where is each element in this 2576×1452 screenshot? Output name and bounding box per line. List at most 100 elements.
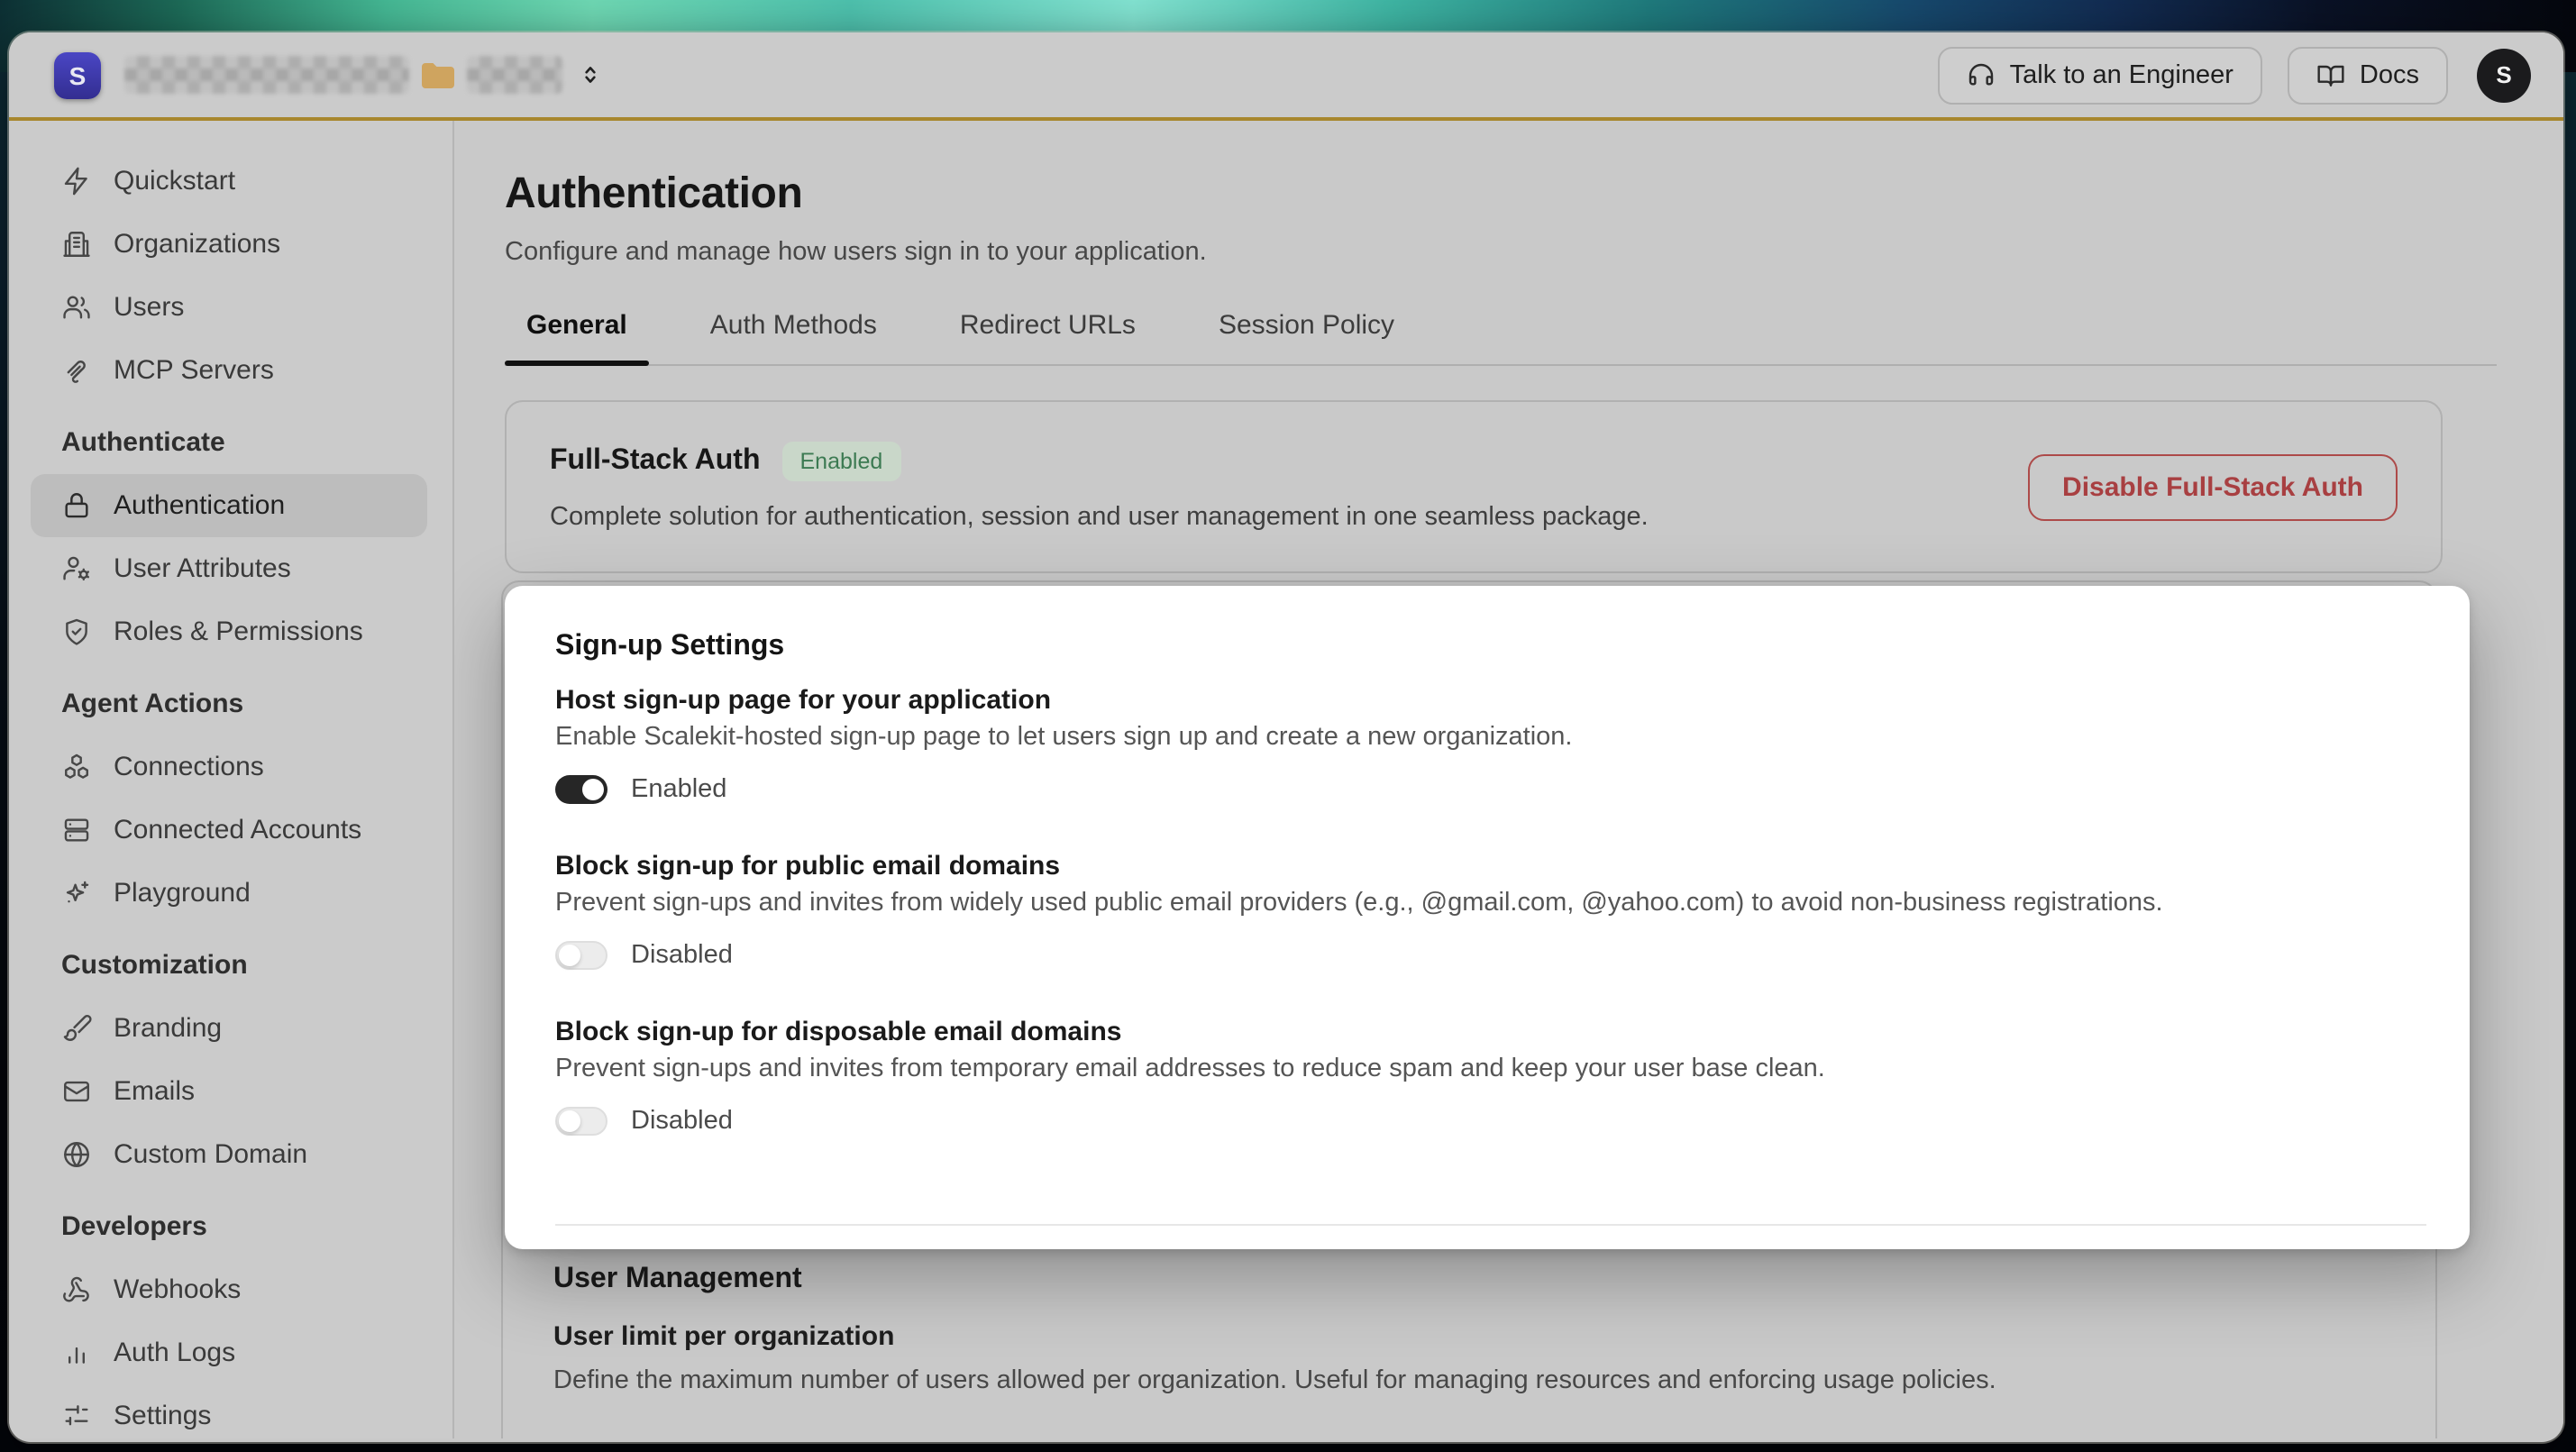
host-signup-toggle-row: Enabled [555, 775, 2419, 804]
block-disposable-email-toggle-row: Disabled [555, 1107, 2419, 1136]
sidebar-item-label: MCP Servers [114, 355, 274, 386]
sidebar-item-label: Custom Domain [114, 1139, 307, 1170]
tab-bar: General Auth Methods Redirect URLs Sessi… [505, 310, 2497, 366]
sidebar-item-users[interactable]: Users [31, 276, 427, 339]
sidebar-item-label: Auth Logs [114, 1338, 235, 1368]
tab-general[interactable]: General [526, 310, 627, 364]
sidebar-section-authenticate: Authenticate [31, 427, 427, 463]
app-header: S Talk to an Engineer Docs S [9, 32, 2563, 121]
block-public-email-description: Prevent sign-ups and invites from widely… [555, 889, 2419, 918]
sidebar-item-label: Emails [114, 1076, 195, 1107]
sidebar: Quickstart Organizations Users MCP Serve… [9, 121, 454, 1438]
sidebar-item-connections[interactable]: Connections [31, 735, 427, 799]
block-disposable-email-toggle[interactable] [555, 1107, 607, 1136]
block-public-email-toggle-row: Disabled [555, 941, 2419, 970]
sidebar-item-auth-logs[interactable]: Auth Logs [31, 1321, 427, 1384]
tab-auth-methods[interactable]: Auth Methods [710, 310, 877, 364]
sidebar-item-label: Authentication [114, 490, 285, 521]
user-management-section: User Management User limit per organizat… [553, 1264, 2385, 1395]
user-avatar[interactable]: S [2477, 48, 2531, 102]
talk-to-engineer-button[interactable]: Talk to an Engineer [1938, 46, 2262, 104]
disable-fullstack-auth-button[interactable]: Disable Full-Stack Auth [2028, 453, 2398, 520]
bar-chart-icon [61, 1338, 92, 1368]
sparkles-icon [61, 878, 92, 909]
workspace-switcher[interactable] [579, 63, 602, 87]
mcp-icon [61, 355, 92, 386]
app-window: S Talk to an Engineer Docs S [9, 32, 2563, 1442]
talk-to-engineer-label: Talk to an Engineer [2010, 60, 2233, 89]
tab-session-policy[interactable]: Session Policy [1219, 310, 1394, 364]
zap-icon [61, 166, 92, 196]
tab-redirect-urls[interactable]: Redirect URLs [960, 310, 1136, 364]
sidebar-item-custom-domain[interactable]: Custom Domain [31, 1123, 427, 1186]
chevrons-up-down-icon [579, 63, 602, 87]
docs-button[interactable]: Docs [2288, 46, 2448, 104]
paintbrush-icon [61, 1013, 92, 1044]
block-public-email-toggle-state: Disabled [631, 941, 733, 970]
page-subtitle: Configure and manage how users sign in t… [505, 238, 2563, 267]
block-disposable-email-toggle-state: Disabled [631, 1107, 733, 1136]
webhook-icon [61, 1274, 92, 1305]
sidebar-item-playground[interactable]: Playground [31, 862, 427, 925]
sidebar-item-label: Connected Accounts [114, 815, 361, 845]
sidebar-item-label: Branding [114, 1013, 222, 1044]
sidebar-item-quickstart[interactable]: Quickstart [31, 150, 427, 213]
sidebar-item-settings[interactable]: Settings [31, 1384, 427, 1438]
card-divider [555, 1224, 2426, 1226]
enabled-badge: Enabled [782, 442, 901, 481]
docs-label: Docs [2360, 60, 2419, 89]
sidebar-item-label: Organizations [114, 229, 280, 260]
sidebar-item-emails[interactable]: Emails [31, 1060, 427, 1123]
environment-name-redacted [467, 56, 562, 94]
building-icon [61, 229, 92, 260]
sidebar-item-label: Quickstart [114, 166, 235, 196]
users-icon [61, 292, 92, 323]
sidebar-section-developers: Developers [31, 1211, 427, 1247]
boxes-icon [61, 752, 92, 782]
main-content: Authentication Configure and manage how … [454, 121, 2563, 1438]
block-disposable-email-title: Block sign-up for disposable email domai… [555, 1017, 2419, 1047]
lock-icon [61, 490, 92, 521]
signup-settings-heading: Sign-up Settings [555, 631, 2419, 663]
headphones-icon [1967, 60, 1996, 89]
host-signup-description: Enable Scalekit-hosted sign-up page to l… [555, 723, 2419, 752]
page-title: Authentication [505, 169, 2563, 220]
sidebar-item-label: Connections [114, 752, 264, 782]
host-signup-title: Host sign-up page for your application [555, 685, 2419, 716]
shield-check-icon [61, 616, 92, 647]
user-limit-title: User limit per organization [553, 1321, 2385, 1352]
sidebar-item-branding[interactable]: Branding [31, 997, 427, 1060]
app-logo-letter: S [69, 60, 87, 89]
sidebar-item-webhooks[interactable]: Webhooks [31, 1258, 427, 1321]
user-management-heading: User Management [553, 1264, 2385, 1296]
user-limit-description: Define the maximum number of users allow… [553, 1366, 2385, 1395]
sidebar-item-label: Webhooks [114, 1274, 241, 1305]
globe-icon [61, 1139, 92, 1170]
block-public-email-title: Block sign-up for public email domains [555, 851, 2419, 881]
sidebar-section-customization: Customization [31, 950, 427, 986]
sidebar-item-mcp-servers[interactable]: MCP Servers [31, 339, 427, 402]
fullstack-auth-description: Complete solution for authentication, se… [550, 503, 1649, 532]
app-logo: S [54, 51, 101, 98]
sidebar-section-agent-actions: Agent Actions [31, 689, 427, 725]
user-cog-icon [61, 553, 92, 584]
screen: S Talk to an Engineer Docs S [0, 0, 2576, 1452]
sidebar-item-label: Settings [114, 1401, 211, 1431]
avatar-letter: S [2496, 61, 2511, 88]
host-signup-toggle-state: Enabled [631, 775, 726, 804]
mail-icon [61, 1076, 92, 1107]
project-folder-icon [416, 53, 460, 96]
signup-settings-card: Sign-up Settings Host sign-up page for y… [505, 586, 2470, 1249]
sidebar-item-roles-permissions[interactable]: Roles & Permissions [31, 600, 427, 663]
fullstack-auth-card: Full-Stack Auth Enabled Complete solutio… [505, 400, 2443, 573]
block-public-email-toggle[interactable] [555, 941, 607, 970]
sidebar-item-authentication[interactable]: Authentication [31, 474, 427, 537]
sliders-icon [61, 1401, 92, 1431]
fullstack-auth-title: Full-Stack Auth [550, 445, 761, 478]
sidebar-item-organizations[interactable]: Organizations [31, 213, 427, 276]
host-signup-toggle[interactable] [555, 775, 607, 804]
sidebar-item-connected-accounts[interactable]: Connected Accounts [31, 799, 427, 862]
sidebar-item-user-attributes[interactable]: User Attributes [31, 537, 427, 600]
sidebar-item-label: User Attributes [114, 553, 291, 584]
fullstack-auth-info: Full-Stack Auth Enabled Complete solutio… [550, 442, 1649, 532]
